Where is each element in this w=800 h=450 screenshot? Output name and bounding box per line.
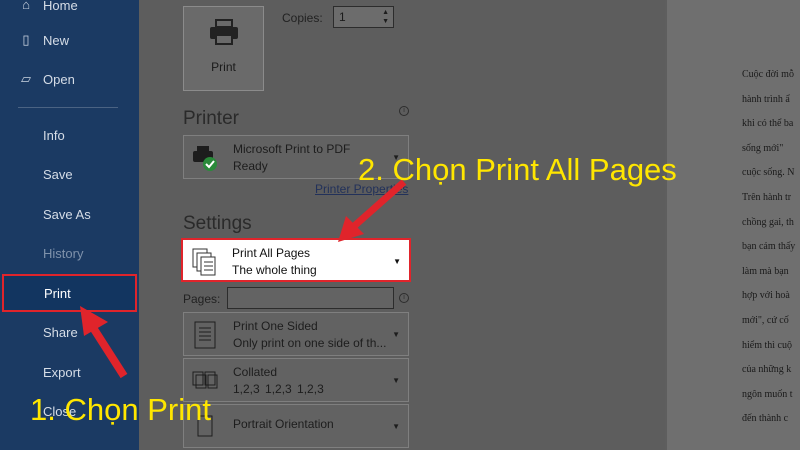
info-icon[interactable]: i [399,106,409,116]
spin-down-icon[interactable]: ▼ [382,18,389,25]
home-icon: ⌂ [22,0,30,12]
sides-main: Print One Sided [233,319,318,333]
print-button-label: Print [211,60,236,74]
print-range-sub: The whole thing [232,263,317,277]
arrow-to-print-range [338,179,407,242]
print-range-main: Print All Pages [232,246,311,260]
copies-label: Copies: [282,11,323,25]
orientation-main: Portrait Orientation [233,417,334,431]
copies-value: 1 [339,10,346,24]
chevron-down-icon: ▼ [392,376,400,385]
nav-history-label: History [43,245,84,261]
annotation-step-2: 2. Chọn Print All Pages [358,152,677,187]
pages-label: Pages: [183,292,221,306]
copies-spinner[interactable]: 1 ▲ ▼ [333,6,394,28]
chevron-down-icon: ▼ [393,257,401,266]
print-button[interactable]: Print [183,6,264,91]
preview-line: khi có thể ba [742,118,794,130]
printer-status: Ready [233,159,268,173]
one-sided-icon [194,321,216,349]
preview-line: Cuộc đời mỗ [742,69,794,80]
preview-line: hiểm thì cuộ [742,339,792,351]
nav-save-as[interactable]: Save As [0,195,139,233]
printer-section-title: Printer [183,108,239,129]
new-document-icon: ▯ [22,32,30,47]
nav-save-as-label: Save As [43,206,91,222]
collation-sub: 1,2,3 1,2,3 1,2,3 [233,382,324,396]
chevron-down-icon: ▼ [392,330,400,339]
nav-new[interactable]: ▯ New [0,21,139,59]
preview-line: mới", cứ cố [742,315,789,326]
printer-ready-icon [193,146,217,171]
preview-line: cuộc sống. N [742,167,795,179]
nav-history[interactable]: History [0,234,139,272]
info-icon[interactable]: i [399,293,409,303]
nav-divider [18,107,118,108]
preview-line: ngôn muốn t [742,388,793,400]
chevron-down-icon: ▼ [392,422,400,431]
sides-sub: Only print on one side of th... [233,336,387,350]
collation-main: Collated [233,365,278,379]
arrow-to-print-nav [80,306,128,379]
open-folder-icon: ▱ [21,71,31,86]
preview-line: đến thành c [742,413,789,425]
preview-line: hợp với hoà [742,290,790,302]
backstage-nav: ⌂ Home ▯ New ▱ Open Info Save Save As Hi… [0,0,139,450]
preview-line: chồng gai, th [742,216,794,228]
collation-dropdown[interactable]: Collated 1,2,3 1,2,3 1,2,3 ▼ [183,358,409,402]
preview-line: bạn cảm thấy [742,241,796,253]
pages-icon [192,248,216,276]
annotation-step-1: 1. Chọn Print [30,392,211,427]
nav-save-label: Save [43,166,73,182]
orientation-dropdown[interactable]: Portrait Orientation ▼ [183,404,409,448]
sides-dropdown[interactable]: Print One Sided Only print on one side o… [183,312,409,356]
nav-home-label: Home [43,0,78,13]
preview-line: sống mới" [742,142,784,154]
preview-line: hành trình ẩ [742,93,790,105]
nav-print-label: Print [44,285,71,301]
settings-section-title: Settings [183,213,252,234]
printer-name: Microsoft Print to PDF [233,142,351,156]
preview-line: Trên hành tr [742,192,792,203]
printer-icon [210,19,238,45]
nav-info[interactable]: Info [0,116,139,154]
nav-new-label: New [43,32,70,48]
preview-line: làm mà bạn [742,265,789,277]
nav-share-label: Share [43,324,78,340]
spin-up-icon[interactable]: ▲ [382,9,389,16]
nav-info-label: Info [43,127,65,143]
pages-input[interactable] [227,287,394,309]
nav-save[interactable]: Save [0,155,139,193]
preview-line: của những k [742,364,792,376]
nav-open[interactable]: ▱ Open [0,60,139,98]
nav-open-label: Open [43,71,75,87]
word-backstage-print-view: ⌂ Home ▯ New ▱ Open Info Save Save As Hi… [0,0,800,450]
